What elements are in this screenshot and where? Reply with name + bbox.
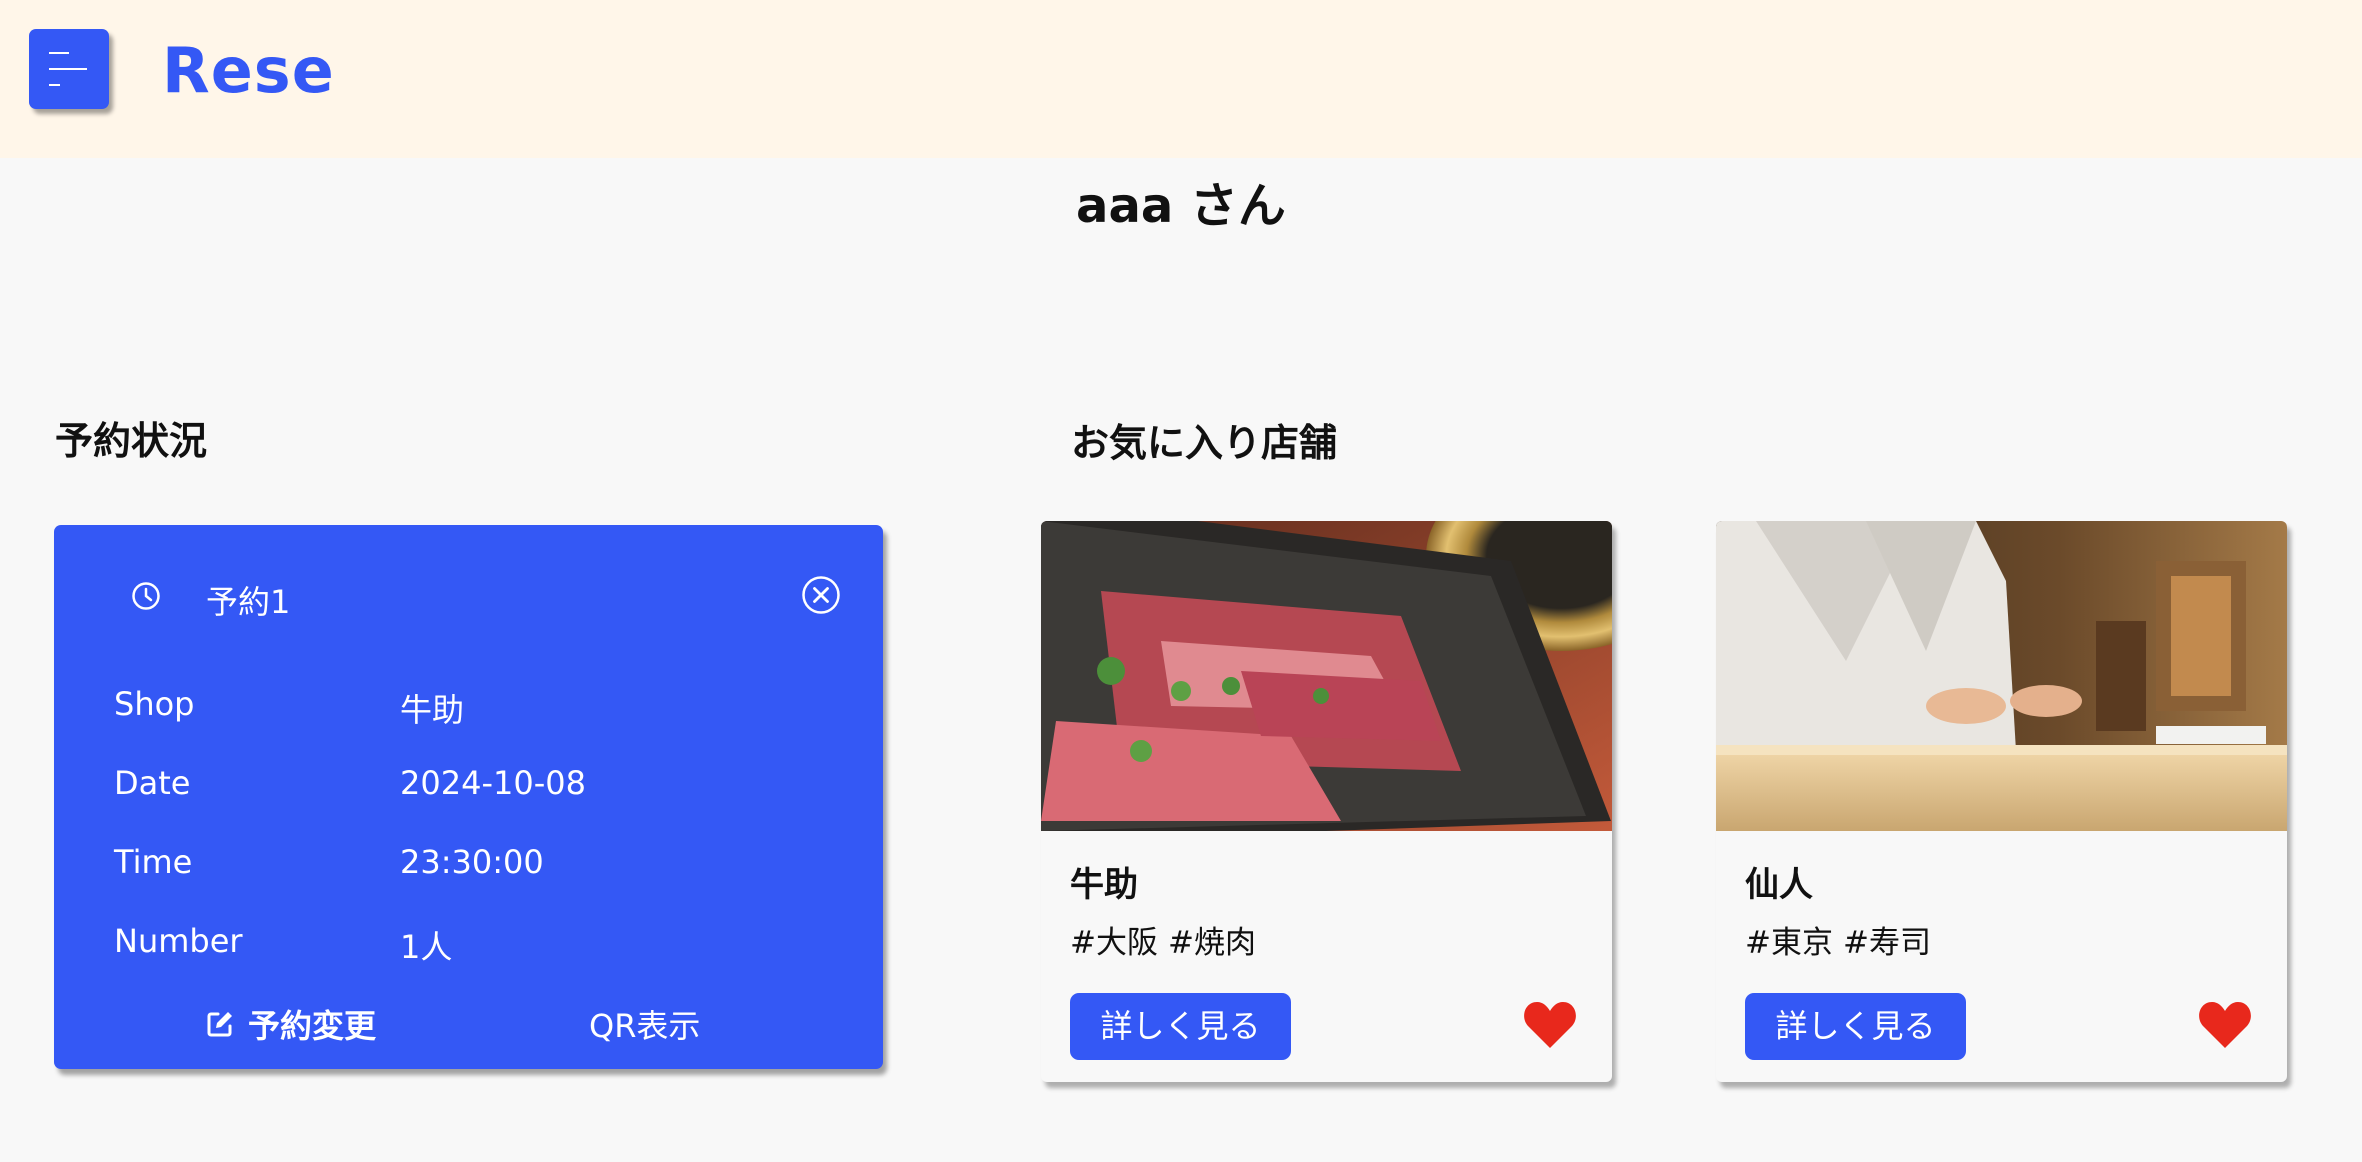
row-label: Date (114, 764, 191, 802)
shop-tags: #大阪 #焼肉 (1070, 917, 1266, 962)
clock-icon (132, 582, 160, 610)
user-greeting: aaa さん (1076, 178, 1286, 234)
heart-icon[interactable] (1522, 1000, 1578, 1050)
shop-tag-genre: #寿司 (1842, 925, 1931, 961)
header: Rese (0, 0, 2362, 158)
menu-line (49, 68, 87, 70)
reservation-card: 予約1 Shop 牛助 Date 2024-10-08 Time 23:30:0… (54, 525, 883, 1069)
shop-image-yakiniku (1041, 521, 1612, 831)
menu-line (49, 84, 60, 86)
detail-button[interactable]: 詳しく見る (1070, 993, 1291, 1060)
row-label: Number (114, 922, 243, 960)
detail-button[interactable]: 詳しく見る (1745, 993, 1966, 1060)
shop-tag-area: #東京 (1745, 925, 1833, 961)
edit-icon (207, 1012, 232, 1037)
reservation-title: 予約1 (206, 583, 291, 621)
row-label: Time (114, 843, 193, 881)
shop-name: 牛助 (1070, 865, 1138, 905)
favorites-title: お気に入り店舗 (1071, 421, 1338, 465)
shop-name: 仙人 (1745, 865, 1813, 905)
heart-icon[interactable] (2197, 1000, 2253, 1050)
shop-tag-area: #大阪 (1070, 925, 1158, 961)
reservations-title: 予約状況 (55, 419, 208, 463)
menu-button[interactable] (29, 29, 109, 109)
row-value: 23:30:00 (400, 843, 544, 881)
qr-display-button[interactable]: QR表示 (589, 1001, 700, 1047)
logo[interactable]: Rese (162, 34, 335, 107)
row-value: 1人 (400, 928, 453, 966)
shop-image-sushi (1716, 521, 2287, 831)
row-value: 牛助 (400, 691, 465, 729)
shop-card: 仙人 #東京 #寿司 詳しく見る (1716, 521, 2287, 1082)
edit-reservation-button[interactable]: 予約変更 (204, 1001, 376, 1047)
hamburger-menu-icon (49, 52, 69, 54)
row-label: Shop (114, 685, 195, 723)
close-circle-icon[interactable] (801, 575, 841, 615)
shop-card: 牛助 #大阪 #焼肉 詳しく見る (1041, 521, 1612, 1082)
row-value: 2024-10-08 (400, 764, 586, 802)
edit-reservation-label: 予約変更 (248, 1007, 377, 1045)
shop-tag-genre: #焼肉 (1167, 925, 1256, 961)
shop-tags: #東京 #寿司 (1745, 917, 1941, 962)
